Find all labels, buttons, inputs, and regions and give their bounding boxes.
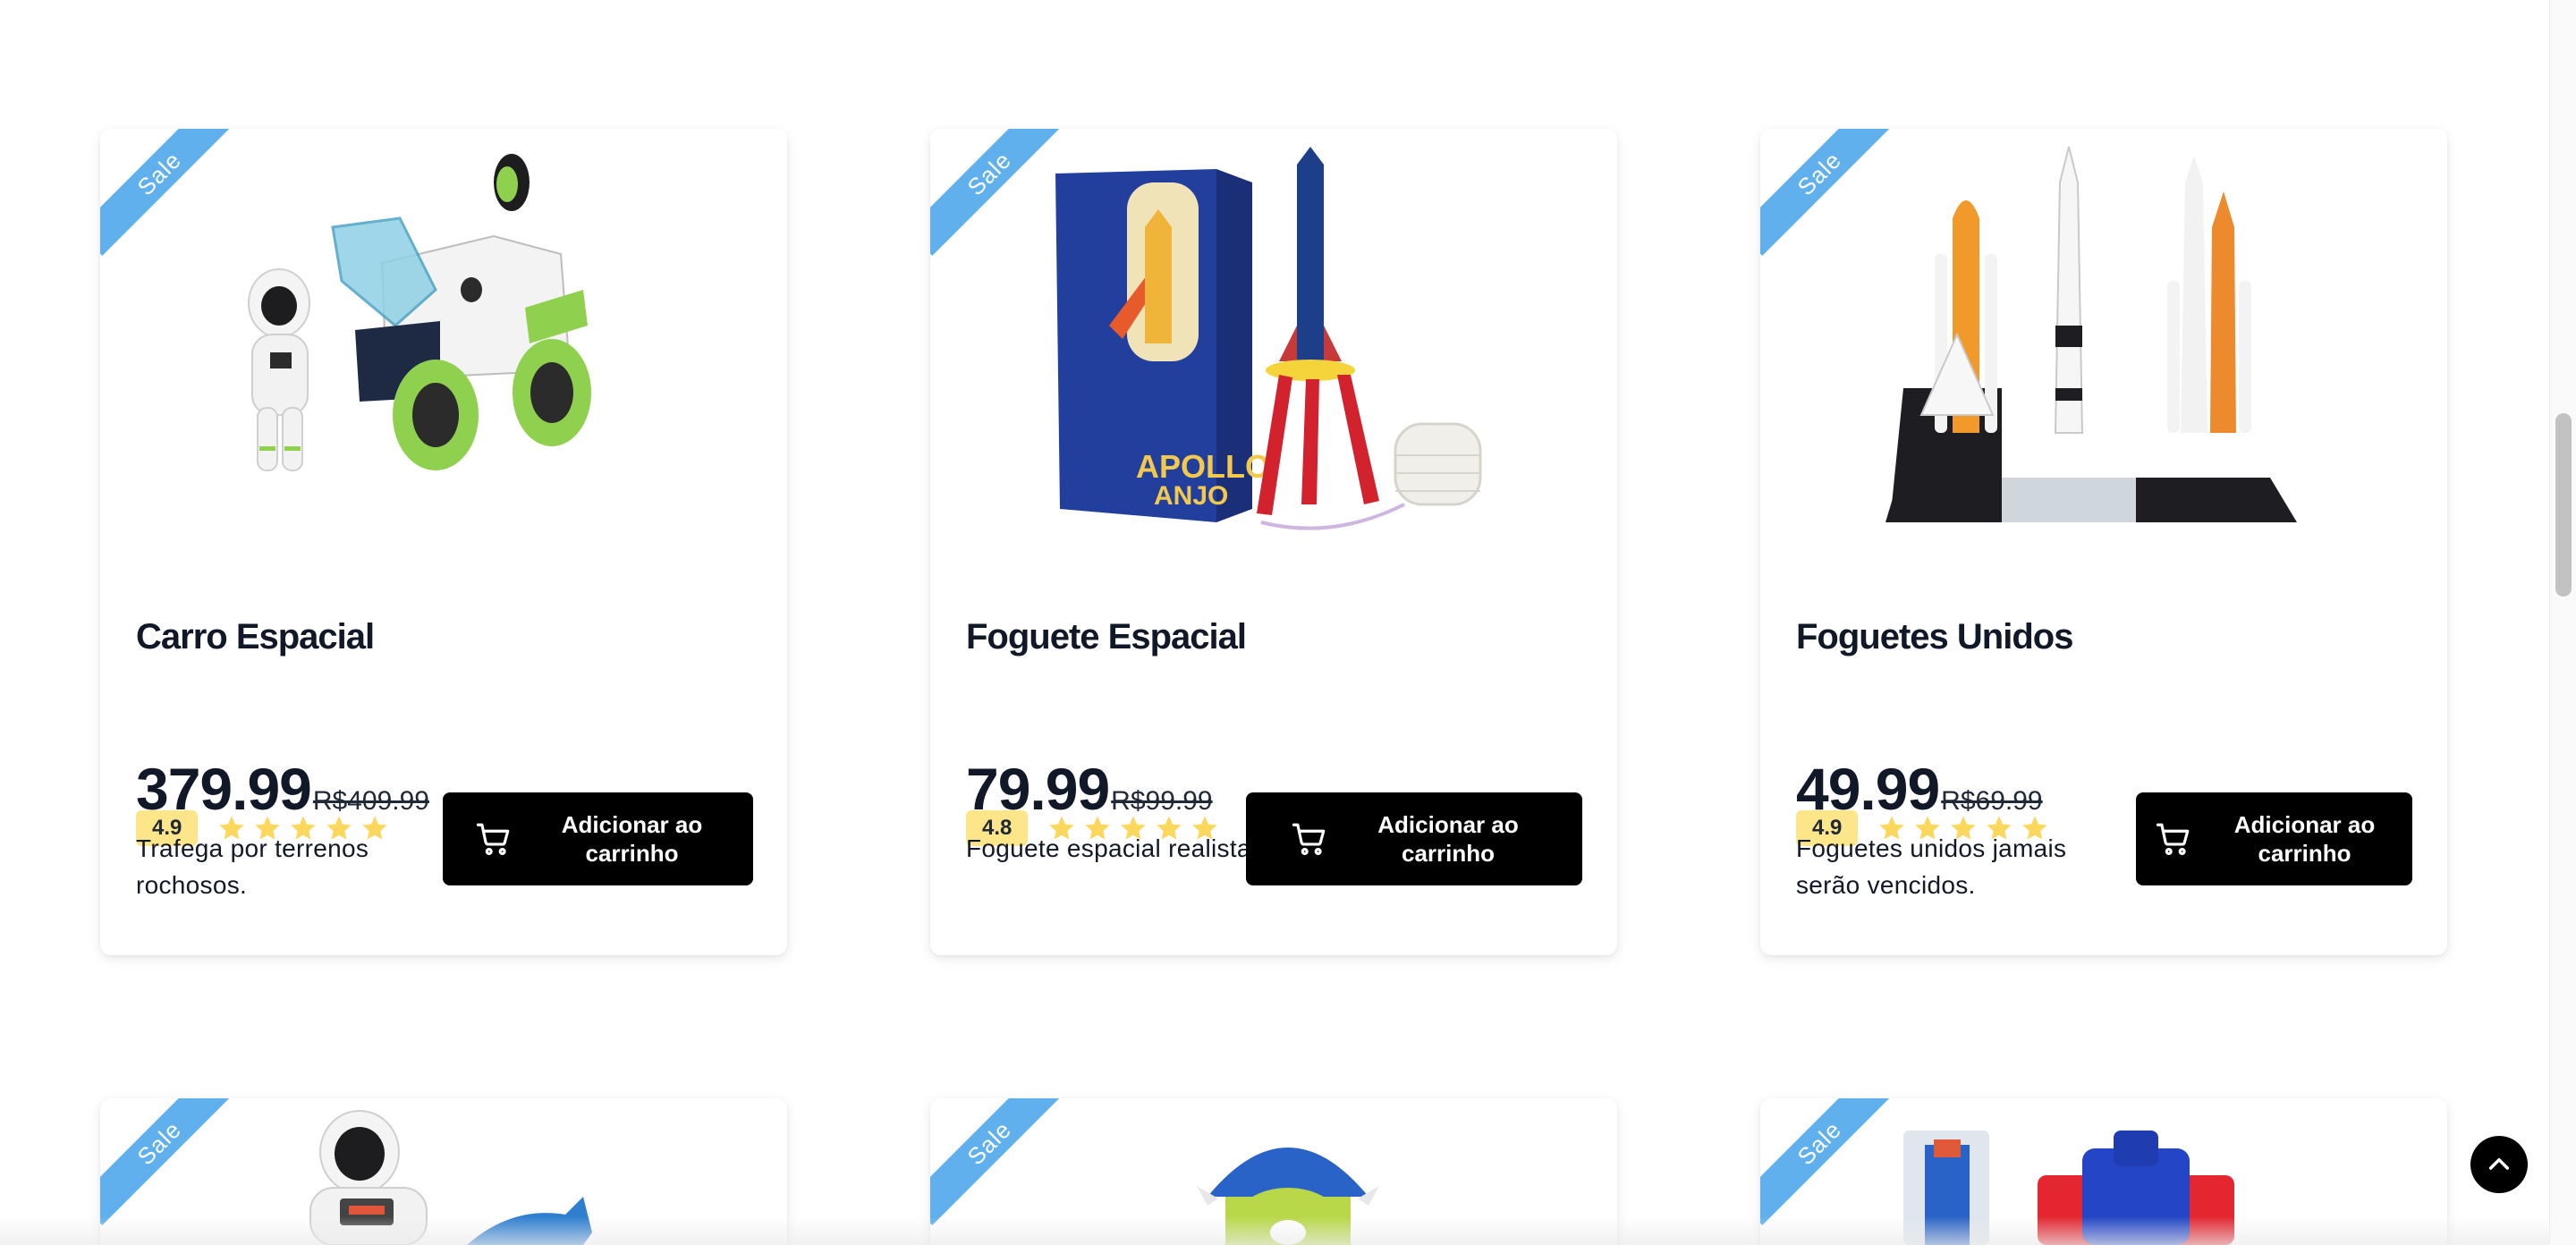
- svg-text:ANJO: ANJO: [1154, 481, 1228, 511]
- add-to-cart-label: Adicionar ao carrinho: [561, 811, 703, 867]
- price-block: 49.99 R$69.99 Foguetes unidos jamais ser…: [1796, 755, 2100, 903]
- product-description: Foguetes unidos jamais serão vencidos.: [1796, 834, 2067, 899]
- product-title[interactable]: Foguetes Unidos: [1796, 617, 2073, 657]
- add-to-cart-label: Adicionar ao carrinho: [1377, 811, 1519, 867]
- price: 79.99: [966, 756, 1110, 822]
- scrollbar-thumb[interactable]: [2555, 413, 2572, 597]
- product-card: Sale: [1760, 129, 2447, 955]
- sale-ribbon: Sale: [930, 1098, 1059, 1227]
- product-title[interactable]: Foguete Espacial: [966, 617, 1247, 657]
- price-block: 379.99 R$409.99 Trafega por terrenos roc…: [136, 755, 440, 903]
- robot-toy-image[interactable]: [1903, 1131, 2297, 1245]
- old-price: R$99.99: [1111, 786, 1213, 816]
- monster-toy-image[interactable]: [1154, 1098, 1422, 1245]
- price: 379.99: [136, 756, 312, 822]
- product-description: Foguete espacial realista.: [966, 834, 1258, 862]
- product-card: Sale APOLLO ANJO Foguete Espacial 4.8 79…: [930, 129, 1617, 955]
- product-description: Trafega por terrenos rochosos.: [136, 834, 369, 899]
- chevron-up-icon: [2488, 1157, 2510, 1170]
- add-to-cart-button[interactable]: Adicionar ao carrinho: [443, 792, 753, 885]
- sale-label: Sale: [930, 1098, 1059, 1225]
- product-card: Sale: [930, 1098, 1617, 1245]
- scrollbar[interactable]: [2549, 0, 2576, 1245]
- rockets-set-image[interactable]: [1868, 146, 2333, 531]
- price-block: 79.99 R$99.99 Foguete espacial realista.: [966, 755, 1270, 867]
- cart-icon: [1292, 823, 1326, 856]
- price: 49.99: [1796, 756, 1940, 822]
- rocket-kit-image[interactable]: APOLLO ANJO: [1038, 147, 1503, 531]
- astronaut-toy-image[interactable]: [261, 1098, 637, 1245]
- svg-text:APOLLO: APOLLO: [1136, 448, 1270, 485]
- add-to-cart-label: Adicionar ao carrinho: [2233, 811, 2376, 867]
- sale-ribbon: Sale: [1760, 1098, 1889, 1227]
- back-to-top-button[interactable]: [2470, 1136, 2528, 1193]
- sale-label: Sale: [1760, 1098, 1889, 1225]
- add-to-cart-button[interactable]: Adicionar ao carrinho: [1246, 792, 1582, 885]
- old-price: R$409.99: [312, 786, 429, 816]
- space-car-image[interactable]: [208, 147, 673, 531]
- cart-icon: [2156, 823, 2189, 856]
- sale-label: Sale: [100, 1098, 229, 1225]
- product-card: Sale: [100, 1098, 787, 1245]
- product-card: Sale: [1760, 1098, 2447, 1245]
- product-title[interactable]: Carro Espacial: [136, 617, 375, 657]
- product-grid-page: Sale Carro Espacial 4.9 379.99 R$409.99 …: [0, 0, 2549, 1245]
- product-card: Sale: [100, 129, 787, 955]
- cart-icon: [476, 823, 509, 856]
- add-to-cart-button[interactable]: Adicionar ao carrinho: [2136, 792, 2412, 885]
- sale-ribbon: Sale: [100, 1098, 229, 1227]
- old-price: R$69.99: [1941, 786, 2043, 816]
